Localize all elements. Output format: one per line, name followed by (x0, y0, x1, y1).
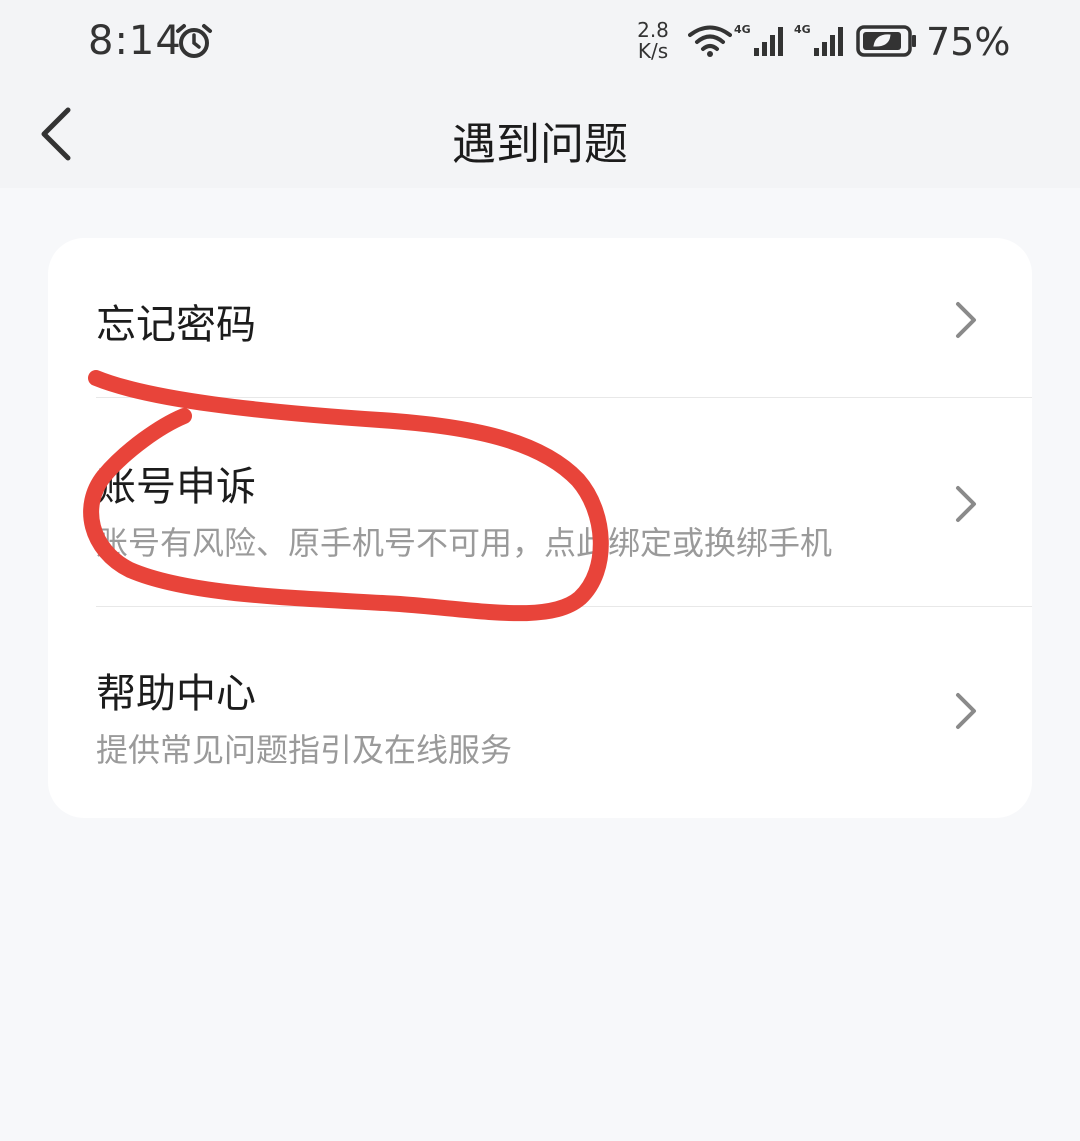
svg-text:4G: 4G (794, 23, 811, 36)
chevron-right-icon (956, 693, 976, 729)
menu-card: 忘记密码 账号申诉 账号有风险、原手机号不可用，点此绑定或换绑手机 帮助中心 提… (48, 238, 1032, 818)
menu-item-subtitle: 账号有风险、原手机号不可用，点此绑定或换绑手机 (96, 524, 833, 562)
page-title: 遇到问题 (452, 119, 628, 170)
status-time: 8:14 (88, 18, 182, 64)
wifi-icon (688, 25, 732, 57)
battery-level: 75% (926, 20, 1011, 64)
menu-item-subtitle: 提供常见问题指引及在线服务 (96, 731, 513, 769)
menu-item-account-appeal[interactable]: 账号申诉 账号有风险、原手机号不可用，点此绑定或换绑手机 (48, 398, 1032, 606)
network-speed-value: 2.8 (637, 18, 669, 42)
menu-item-title: 账号申诉 (96, 464, 256, 510)
menu-item-title: 忘记密码 (96, 302, 256, 348)
status-bar: 8:14 2.8 K/s 4G 4G 75% (0, 0, 1080, 88)
menu-item-forgot-password[interactable]: 忘记密码 (48, 238, 1032, 398)
signal-4g-icon: 4G (794, 23, 843, 56)
nav-bar: 遇到问题 (0, 88, 1080, 188)
network-speed: 2.8 K/s (632, 20, 674, 62)
chevron-right-icon (956, 486, 976, 522)
signal-4g-icon: 4G (734, 23, 783, 56)
network-speed-unit: K/s (637, 39, 669, 63)
menu-item-title: 帮助中心 (96, 671, 256, 717)
alarm-icon (176, 24, 212, 58)
battery-icon (856, 25, 916, 57)
svg-text:4G: 4G (734, 23, 751, 36)
menu-item-help-center[interactable]: 帮助中心 提供常见问题指引及在线服务 (48, 607, 1032, 818)
chevron-right-icon (956, 302, 976, 338)
